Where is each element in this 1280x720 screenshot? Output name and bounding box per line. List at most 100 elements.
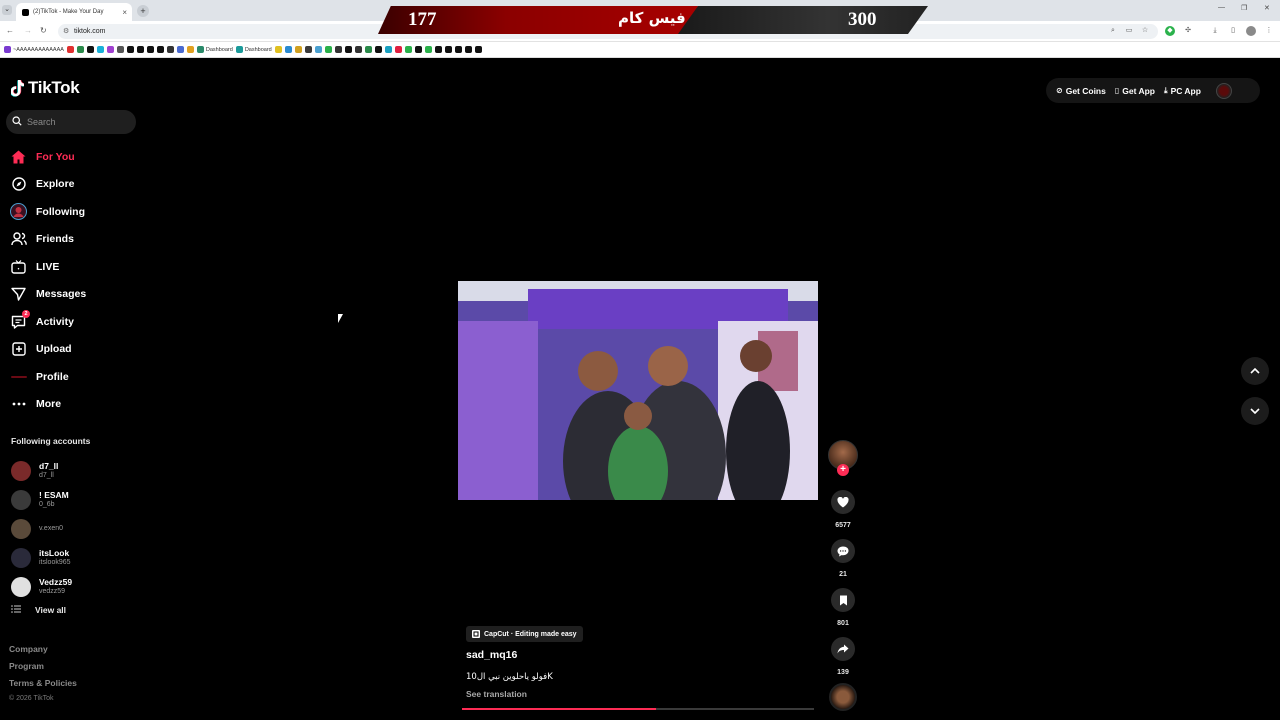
- sidebar-item-following[interactable]: Following: [10, 198, 145, 226]
- follow-plus-icon[interactable]: +: [837, 464, 849, 476]
- bookmark-item[interactable]: [66, 45, 74, 54]
- profile-avatar-icon[interactable]: [1246, 26, 1256, 36]
- bookmark-item[interactable]: [146, 45, 154, 54]
- bookmark-item[interactable]: [294, 45, 302, 54]
- video-progress-bar[interactable]: [462, 708, 814, 710]
- tab-search-icon[interactable]: ⌄: [2, 5, 12, 15]
- bookmark-item[interactable]: [324, 45, 332, 54]
- window-minimize-icon[interactable]: —: [1218, 4, 1225, 11]
- bookmark-star-icon[interactable]: ☆: [1140, 26, 1150, 36]
- bookmark-item[interactable]: [454, 45, 462, 54]
- bookmark-item[interactable]: [106, 45, 114, 54]
- bookmark-item[interactable]: [156, 45, 164, 54]
- video-author[interactable]: sad_mq16: [466, 649, 517, 661]
- tab-close-icon[interactable]: ×: [122, 8, 127, 17]
- previous-video-button[interactable]: [1241, 357, 1269, 385]
- comment-button[interactable]: [831, 539, 855, 563]
- new-tab-button[interactable]: +: [137, 5, 149, 17]
- bookmark-item[interactable]: [384, 45, 392, 54]
- site-info-icon[interactable]: ⚙: [63, 24, 69, 39]
- footer-link-company[interactable]: Company: [9, 644, 77, 661]
- sidebar-item-activity[interactable]: 2 Activity: [10, 308, 145, 336]
- following-account-item[interactable]: v.exen0: [11, 514, 141, 543]
- bookmark-item[interactable]: [186, 45, 194, 54]
- following-account-item[interactable]: Vedzz59 vedzz59: [11, 572, 141, 601]
- bookmark-item[interactable]: [116, 45, 124, 54]
- bookmark-item[interactable]: ~AAAAAAAAAAAAA: [4, 45, 64, 54]
- search-input[interactable]: [27, 117, 127, 127]
- bookmark-label: Dashboard: [205, 46, 233, 53]
- sidebar-item-more[interactable]: More: [10, 391, 145, 419]
- bookmark-item[interactable]: [394, 45, 402, 54]
- sidebar-item-live[interactable]: • LIVE: [10, 253, 145, 281]
- search-box[interactable]: [6, 110, 136, 134]
- bookmark-item[interactable]: [334, 45, 342, 54]
- bookmark-item[interactable]: [274, 45, 282, 54]
- user-avatar[interactable]: [1215, 82, 1232, 99]
- bookmark-item[interactable]: [284, 45, 292, 54]
- back-icon[interactable]: ←: [6, 26, 14, 35]
- see-translation-link[interactable]: See translation: [466, 689, 527, 699]
- sidebar-item-for-you[interactable]: For You: [10, 143, 145, 171]
- music-disc-icon[interactable]: [829, 683, 857, 711]
- bookmark-item[interactable]: [76, 45, 84, 54]
- pc-app-button[interactable]: ⤓ PC App: [1164, 86, 1201, 96]
- browser-menu-icon[interactable]: ⋮: [1264, 26, 1274, 36]
- bookmark-item[interactable]: [374, 45, 382, 54]
- zoom-icon[interactable]: ⌕: [1108, 26, 1118, 36]
- footer-link-terms[interactable]: Terms & Policies: [9, 678, 77, 695]
- view-all-button[interactable]: View all: [11, 605, 66, 615]
- bookmark-favicon-icon: [186, 46, 194, 53]
- download-icon: ⤓: [1164, 85, 1168, 95]
- bookmark-item[interactable]: [176, 45, 184, 54]
- sidebar-item-profile[interactable]: Profile: [10, 363, 145, 391]
- bookmark-item[interactable]: [464, 45, 472, 54]
- bookmark-item[interactable]: [434, 45, 442, 54]
- sidebar-item-messages[interactable]: Messages: [10, 281, 145, 309]
- bookmark-item[interactable]: [314, 45, 322, 54]
- bookmark-item[interactable]: Dashboard: [235, 45, 272, 54]
- bookmark-favicon-icon: [474, 46, 482, 53]
- download-icon[interactable]: ⤓: [1210, 26, 1220, 36]
- bookmark-item[interactable]: [166, 45, 174, 54]
- sidebar-item-friends[interactable]: Friends: [10, 226, 145, 254]
- following-account-item[interactable]: d7_ll d7_ll: [11, 456, 141, 485]
- window-restore-icon[interactable]: ❐: [1241, 4, 1247, 12]
- bookmark-item[interactable]: [424, 45, 432, 54]
- bookmark-item[interactable]: [304, 45, 312, 54]
- following-account-item[interactable]: ! ESAM 0_6b: [11, 485, 141, 514]
- bookmark-item[interactable]: [474, 45, 482, 54]
- capcut-anchor[interactable]: CapCut · Editing made easy: [466, 626, 583, 642]
- get-coins-button[interactable]: ⊘ Get Coins: [1056, 86, 1106, 96]
- next-video-button[interactable]: [1241, 397, 1269, 425]
- video-player[interactable]: [458, 281, 818, 500]
- like-button[interactable]: [831, 490, 855, 514]
- browser-tab[interactable]: (2)TikTok - Make Your Day ×: [16, 3, 132, 21]
- sidebar-item-explore[interactable]: Explore: [10, 171, 145, 199]
- cast-icon[interactable]: ▭: [1124, 26, 1134, 36]
- window-close-icon[interactable]: ✕: [1264, 4, 1270, 12]
- reload-icon[interactable]: ↻: [40, 26, 47, 35]
- forward-icon[interactable]: →: [24, 26, 32, 35]
- save-button[interactable]: [831, 588, 855, 612]
- bookmark-item[interactable]: Dashboard: [196, 45, 233, 54]
- bookmark-item[interactable]: [96, 45, 104, 54]
- tiktok-logo[interactable]: TikTok: [10, 78, 80, 98]
- bookmark-item[interactable]: [364, 45, 372, 54]
- bookmark-item[interactable]: [444, 45, 452, 54]
- sidepanel-icon[interactable]: ▯: [1228, 26, 1238, 36]
- extension-shield-icon[interactable]: ◆: [1165, 26, 1175, 36]
- bookmark-item[interactable]: [354, 45, 362, 54]
- bookmark-item[interactable]: [404, 45, 412, 54]
- bookmark-item[interactable]: [414, 45, 422, 54]
- bookmark-item[interactable]: [126, 45, 134, 54]
- bookmark-item[interactable]: [86, 45, 94, 54]
- extensions-icon[interactable]: ✣: [1183, 26, 1193, 36]
- following-account-item[interactable]: itsLook itslook965: [11, 543, 141, 572]
- get-app-button[interactable]: ▯ Get App: [1115, 86, 1155, 96]
- bookmark-item[interactable]: [136, 45, 144, 54]
- footer-link-program[interactable]: Program: [9, 661, 77, 678]
- bookmark-item[interactable]: [344, 45, 352, 54]
- share-button[interactable]: [831, 637, 855, 661]
- sidebar-item-upload[interactable]: Upload: [10, 336, 145, 364]
